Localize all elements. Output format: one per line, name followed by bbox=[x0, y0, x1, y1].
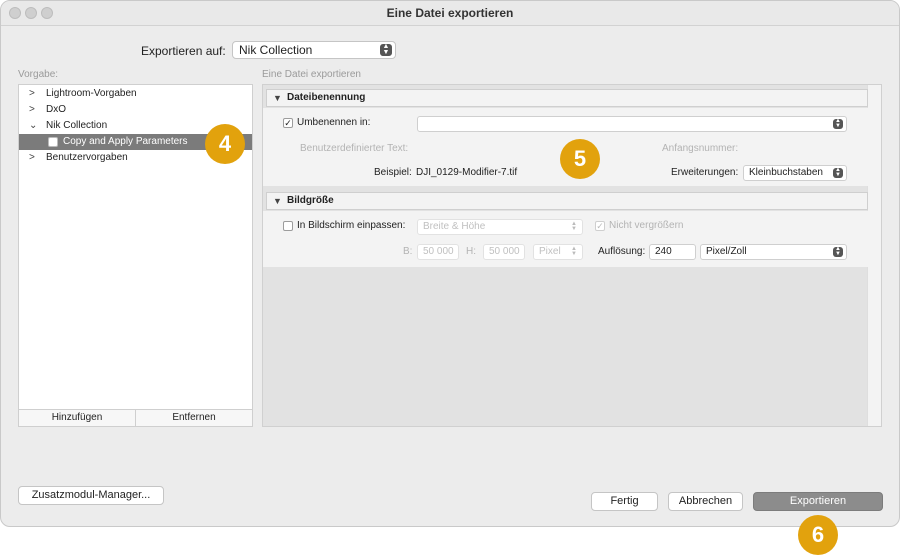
export-dialog: Eine Datei exportieren Exportieren auf: … bbox=[0, 0, 900, 527]
preset-folder-label: Nik Collection bbox=[46, 120, 108, 131]
example-value: DJI_0129-Modifier-7.tif bbox=[416, 167, 518, 178]
extensions-select[interactable]: Kleinbuchstaben ▲ ▼ bbox=[743, 165, 847, 181]
extensions-value: Kleinbuchstaben bbox=[749, 167, 823, 178]
fit-mode-value: Breite & Höhe bbox=[423, 221, 486, 232]
window-title: Eine Datei exportieren bbox=[386, 6, 514, 20]
preset-folder-label: Lightroom-Vorgaben bbox=[46, 88, 137, 99]
custom-text-label: Benutzerdefinierter Text: bbox=[300, 143, 409, 154]
stepper-arrows-icon: ▲ ▼ bbox=[833, 246, 843, 257]
disclosure-triangle-icon[interactable]: ▼ bbox=[273, 193, 282, 209]
chevron-right-icon[interactable]: > bbox=[29, 150, 35, 166]
unit-select[interactable]: Pixel ▲ ▼ bbox=[533, 244, 583, 260]
callout-marker-6: 6 bbox=[798, 515, 838, 555]
rename-label: Umbenennen in: bbox=[297, 117, 371, 128]
width-label: B: bbox=[403, 246, 413, 257]
fit-screen-checkbox[interactable] bbox=[283, 221, 293, 231]
export-target-label: Exportieren auf: bbox=[141, 44, 226, 58]
remove-preset-button[interactable]: Entfernen bbox=[135, 410, 252, 426]
stepper-arrows-icon: ▲ ▼ bbox=[833, 118, 843, 129]
resolution-input[interactable]: 240 bbox=[649, 244, 696, 260]
export-target-value: Nik Collection bbox=[239, 43, 313, 57]
preset-buttons: Hinzufügen Entfernen bbox=[19, 409, 252, 426]
dont-enlarge-checkbox[interactable]: ✓ bbox=[595, 221, 605, 231]
callout-marker-4: 4 bbox=[205, 124, 245, 164]
resolution-unit-value: Pixel/Zoll bbox=[706, 246, 747, 257]
section-title: Bildgröße bbox=[287, 195, 334, 206]
stepper-arrows-icon: ▲ ▼ bbox=[380, 43, 392, 56]
image-size-body: In Bildschirm einpassen: Breite & Höhe ▲… bbox=[263, 211, 868, 267]
unit-value: Pixel bbox=[539, 246, 561, 257]
plugin-manager-button[interactable]: Zusatzmodul-Manager... bbox=[18, 486, 164, 505]
chevron-right-icon[interactable]: > bbox=[29, 102, 35, 118]
resolution-label: Auflösung: bbox=[598, 246, 646, 257]
fit-screen-label: In Bildschirm einpassen: bbox=[297, 220, 406, 231]
dont-enlarge-label: Nicht vergrößern bbox=[609, 220, 684, 231]
preset-folder-label: DxO bbox=[46, 104, 66, 115]
preset-folder-lightroom[interactable]: > Lightroom-Vorgaben bbox=[19, 86, 252, 102]
preset-folder-dxo[interactable]: > DxO bbox=[19, 102, 252, 118]
extensions-label: Erweiterungen: bbox=[671, 167, 739, 178]
preset-folder-label: Benutzervorgaben bbox=[46, 152, 128, 163]
section-title: Dateibenennung bbox=[287, 92, 366, 103]
add-preset-button[interactable]: Hinzufügen bbox=[19, 410, 135, 426]
settings-label: Eine Datei exportieren bbox=[262, 69, 361, 80]
export-target-select[interactable]: Nik Collection ▲ ▼ bbox=[232, 41, 396, 59]
title-bar: Eine Datei exportieren bbox=[1, 1, 899, 26]
section-file-naming-header[interactable]: ▼ Dateibenennung bbox=[266, 89, 868, 107]
height-label: H: bbox=[466, 246, 476, 257]
presets-label: Vorgabe: bbox=[18, 69, 59, 80]
chevron-right-icon[interactable]: > bbox=[29, 86, 35, 102]
resolution-unit-select[interactable]: Pixel/Zoll ▲ ▼ bbox=[700, 244, 847, 260]
rename-template-select[interactable]: ▲ ▼ bbox=[417, 116, 847, 132]
settings-panel: ▼ Dateibenennung ✓ Umbenennen in: ▲ ▼ Ben… bbox=[262, 84, 882, 427]
start-number-label: Anfangsnummer: bbox=[662, 143, 739, 154]
callout-marker-5: 5 bbox=[560, 139, 600, 179]
section-image-size-header[interactable]: ▼ Bildgröße bbox=[266, 192, 868, 210]
stepper-arrows-icon: ▲ ▼ bbox=[833, 167, 843, 178]
rename-checkbox[interactable]: ✓ bbox=[283, 118, 293, 128]
width-input[interactable]: 50 000 bbox=[417, 244, 459, 260]
preset-item-label: Copy and Apply Parameters bbox=[63, 136, 188, 147]
export-button[interactable]: Exportieren bbox=[753, 492, 883, 511]
fit-mode-select[interactable]: Breite & Höhe ▲ ▼ bbox=[417, 219, 583, 235]
example-label: Beispiel: bbox=[374, 167, 412, 178]
preset-checkbox[interactable] bbox=[48, 137, 58, 147]
stepper-arrows-icon: ▲ ▼ bbox=[569, 221, 579, 232]
cancel-button[interactable]: Abbrechen bbox=[668, 492, 743, 511]
done-button[interactable]: Fertig bbox=[591, 492, 658, 511]
stepper-arrows-icon: ▲ ▼ bbox=[569, 246, 579, 257]
disclosure-triangle-icon[interactable]: ▼ bbox=[273, 90, 282, 106]
chevron-down-icon[interactable]: ⌄ bbox=[29, 118, 37, 134]
settings-scrollbar[interactable] bbox=[867, 85, 881, 426]
height-input[interactable]: 50 000 bbox=[483, 244, 525, 260]
